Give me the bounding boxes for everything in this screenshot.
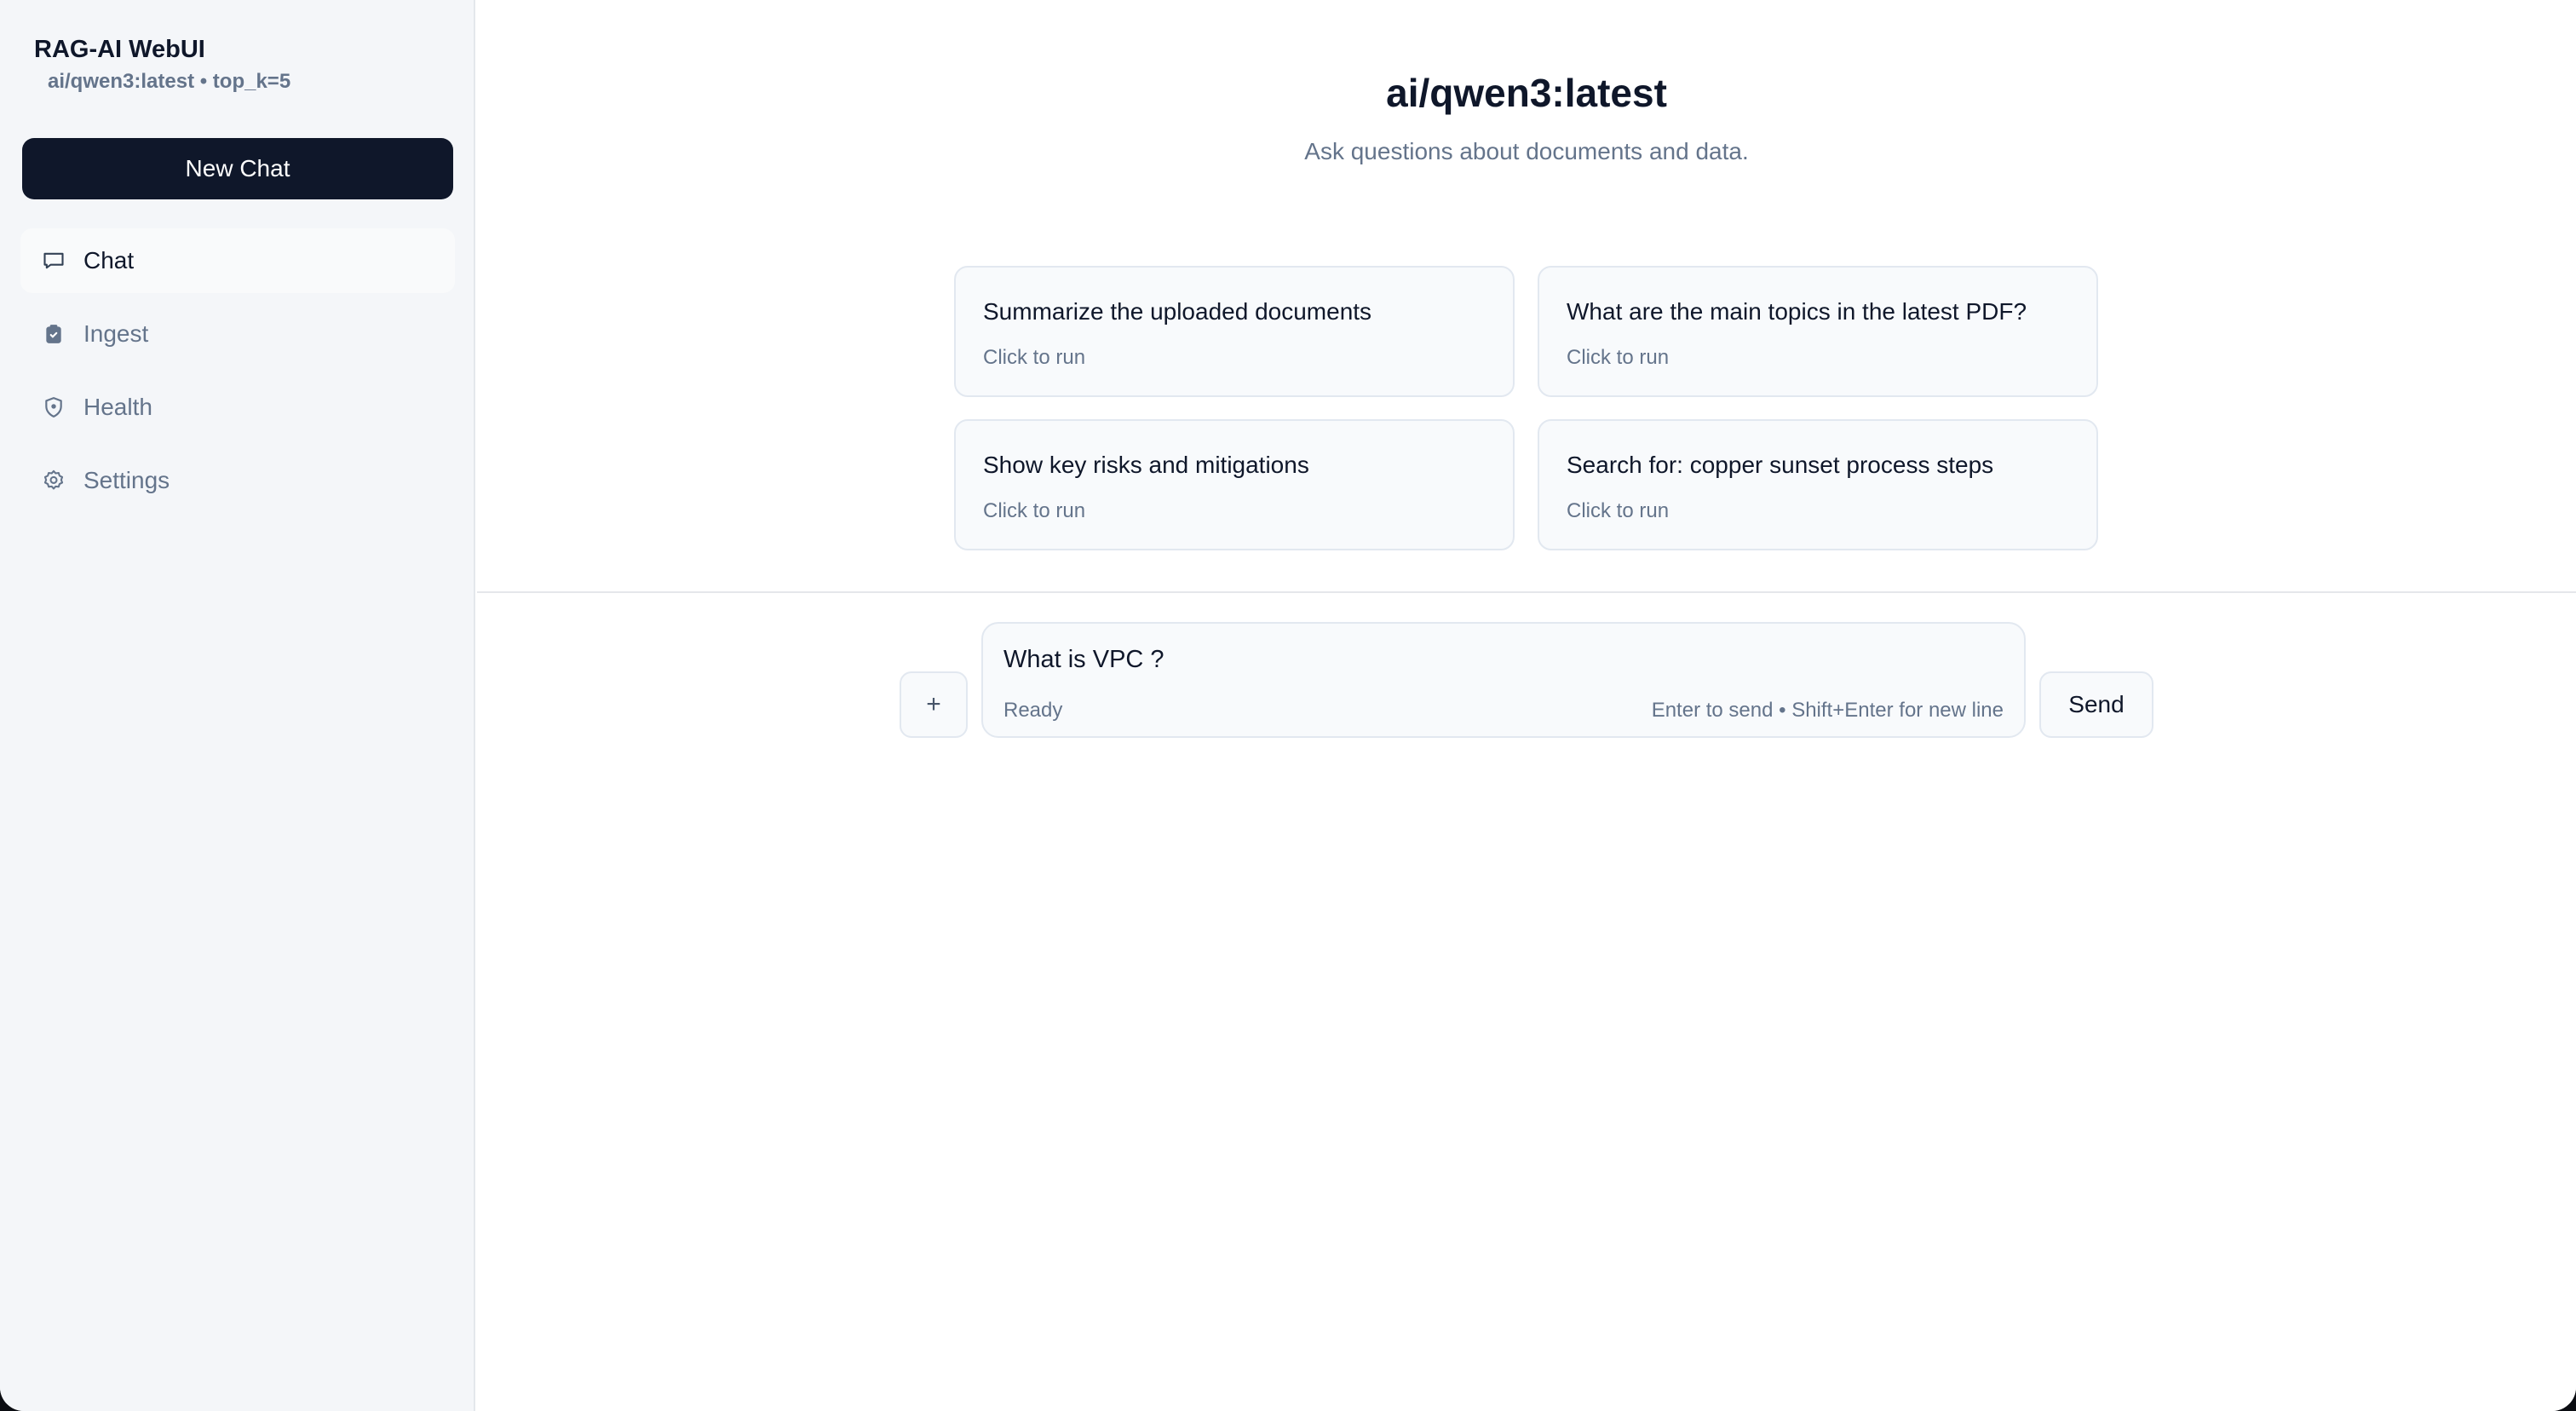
shield-icon <box>41 395 66 420</box>
app-window: RAG-AI WebUI ai/qwen3:latest • top_k=5 N… <box>0 0 2576 1411</box>
suggestion-title: Search for: copper sunset process steps <box>1567 452 1994 478</box>
sidebar-item-label: Settings <box>83 467 170 493</box>
attach-button[interactable]: + <box>900 671 968 738</box>
page-title: ai/qwen3:latest <box>1386 71 1667 115</box>
suggestion-hint: Click to run <box>983 499 1086 522</box>
suggestion-title: What are the main topics in the latest P… <box>1567 298 2027 325</box>
clipboard-icon <box>41 321 66 347</box>
composer-hint: Enter to send • Shift+Enter for new line <box>1651 699 2004 722</box>
suggestion-card[interactable]: Show key risks and mitigations Click to … <box>954 419 1515 550</box>
sidebar-item-health[interactable]: Health <box>20 375 455 440</box>
sidebar-nav: Chat Ingest Health Settings <box>20 228 455 521</box>
gear-icon <box>41 468 66 493</box>
new-chat-button[interactable]: New Chat <box>22 138 453 199</box>
suggestion-card[interactable]: Search for: copper sunset process steps … <box>1538 419 2098 550</box>
composer-status: Ready <box>1003 699 1063 722</box>
sidebar-item-label: Chat <box>83 247 135 274</box>
chat-icon <box>41 248 66 274</box>
model-info: ai/qwen3:latest • top_k=5 <box>48 70 291 93</box>
plus-icon: + <box>926 690 941 718</box>
sidebar-item-label: Ingest <box>83 320 149 347</box>
suggestion-title: Show key risks and mitigations <box>983 452 1309 478</box>
suggestion-hint: Click to run <box>1567 499 1670 522</box>
app-brand: RAG-AI WebUI <box>34 36 205 63</box>
suggestion-hint: Click to run <box>983 346 1086 369</box>
send-button[interactable]: Send <box>2039 671 2153 738</box>
suggestion-card[interactable]: Summarize the uploaded documents Click t… <box>954 266 1515 397</box>
suggestion-card[interactable]: What are the main topics in the latest P… <box>1538 266 2098 397</box>
message-input[interactable] <box>1003 639 2000 680</box>
composer-divider <box>477 591 2576 593</box>
message-composer: Ready Enter to send • Shift+Enter for ne… <box>981 622 2026 738</box>
suggestion-hint: Click to run <box>1567 346 1670 369</box>
sidebar-item-ingest[interactable]: Ingest <box>20 302 455 366</box>
main-content: ai/qwen3:latest Ask questions about docu… <box>477 0 2576 1411</box>
page-subtitle: Ask questions about documents and data. <box>1304 138 1749 164</box>
sidebar-item-chat[interactable]: Chat <box>20 228 455 293</box>
suggestion-title: Summarize the uploaded documents <box>983 298 1372 325</box>
sidebar-item-label: Health <box>83 394 152 420</box>
sidebar-item-settings[interactable]: Settings <box>20 448 455 513</box>
sidebar: RAG-AI WebUI ai/qwen3:latest • top_k=5 N… <box>0 0 475 1411</box>
